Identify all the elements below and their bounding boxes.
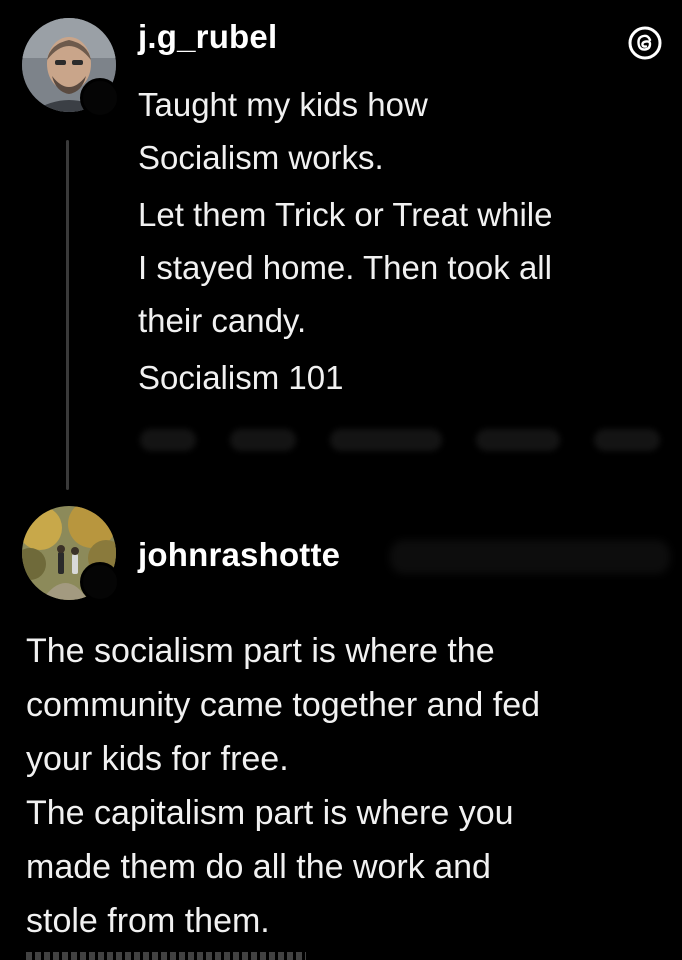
post-line: The capitalism part is where you <box>26 794 514 832</box>
count-label <box>594 429 660 451</box>
post-line: I stayed home. Then took all <box>138 249 552 286</box>
post-line: Let them Trick or Treat while <box>138 196 553 233</box>
post-line: Socialism 101 <box>138 359 344 396</box>
post-line: your kids for free. <box>26 740 289 778</box>
post-meta-obscured <box>390 540 670 574</box>
post-line: Socialism works. <box>138 139 384 176</box>
post-line: The socialism part is where the <box>26 632 495 670</box>
thread-connector-line <box>66 140 69 490</box>
post-text: The socialism part is where the communit… <box>26 624 666 948</box>
like-button[interactable] <box>140 429 197 451</box>
avatar-badge <box>80 562 120 602</box>
post-actions-obscured <box>140 415 660 465</box>
reply-button[interactable] <box>230 429 296 451</box>
post-line: made them do all the work and <box>26 848 491 886</box>
post-line: stole from them. <box>26 902 270 940</box>
post-line: their candy. <box>138 302 307 339</box>
share-button[interactable] <box>476 429 561 451</box>
username[interactable]: j.g_rubel <box>138 18 277 56</box>
threads-logo-icon[interactable] <box>628 26 662 60</box>
repost-button[interactable] <box>329 429 443 451</box>
post-line: community came together and fed <box>26 686 541 724</box>
cropped-text-fragment <box>26 952 306 960</box>
avatar-badge <box>80 78 120 118</box>
post-text: Taught my kids how Socialism works. Let … <box>138 78 668 404</box>
post-line: Taught my kids how <box>138 86 428 123</box>
username[interactable]: johnrashotte <box>138 536 340 574</box>
